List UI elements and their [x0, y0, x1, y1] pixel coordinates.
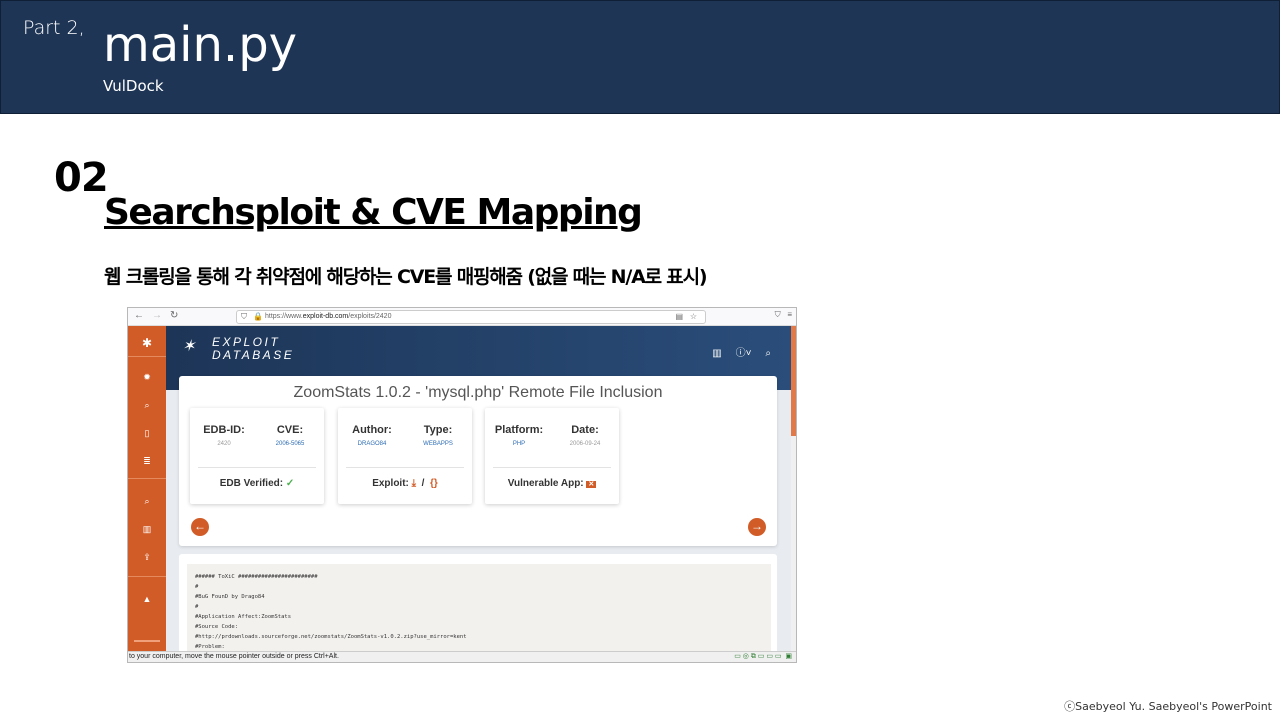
ghdb-icon[interactable]: ⌕ [128, 496, 166, 507]
exploitdb-sidebar: ✱ ✹ ⌕ ▯ ≣ ⌕ ▥ ⇪ ▲ [128, 326, 166, 654]
sidebar-divider [128, 356, 166, 357]
code-line: #Source Code: [195, 624, 239, 630]
url-path: /exploits/2420 [348, 313, 392, 320]
book-icon[interactable]: ▥ [128, 524, 166, 535]
code-line: # [195, 604, 199, 610]
exploits-icon[interactable]: ✹ [128, 372, 166, 383]
bookmark-star-icon[interactable]: ☆ [690, 311, 697, 323]
exploit-title: ZoomStats 1.0.2 - 'mysql.php' Remote Fil… [293, 384, 663, 401]
vm-status-bar: to your computer, move the mouse pointer… [128, 651, 796, 662]
cve-value[interactable]: 2006-5065 [260, 441, 320, 447]
banner-icons: ▥ ⓘ˅ ⌕ [712, 344, 771, 359]
database-icon[interactable]: ≣ [128, 456, 166, 467]
vulnerable-app-icon[interactable]: ✕ [586, 481, 597, 488]
check-icon: ✓ [285, 478, 295, 489]
code-line: # [195, 584, 199, 590]
exploit-card: ZoomStats 1.0.2 - 'mysql.php' Remote Fil… [179, 376, 777, 546]
code-line: #BuG FounD by Drago84 [195, 594, 265, 600]
edb-verified: EDB Verified: ✓ [190, 478, 324, 489]
lock-icon: 🔒 [253, 312, 263, 321]
info-box-edb: EDB-ID: 2420 CVE: 2006-5065 EDB Verified… [190, 408, 324, 504]
forward-icon[interactable]: → [152, 310, 162, 321]
code-line: ###### ToXiC ######################## [195, 574, 318, 580]
code-icon[interactable]: {} [430, 478, 438, 489]
edb-verified-label: EDB Verified: [219, 478, 284, 489]
search-db-icon[interactable]: ⌕ [765, 348, 771, 359]
training-icon[interactable]: ▲ [128, 594, 166, 604]
submit-icon[interactable]: ⇪ [128, 552, 166, 563]
url-domain: exploit-db.com [302, 313, 349, 320]
scroll-thumb[interactable] [791, 326, 796, 436]
status-text: to your computer, move the mouse pointer… [129, 653, 339, 660]
cve-label: CVE: [276, 424, 304, 436]
code-line: #http://prdownloads.sourceforge.net/zoom… [195, 634, 467, 640]
exploit-label: Exploit: [372, 478, 409, 489]
back-icon[interactable]: ← [134, 310, 144, 321]
divider [346, 467, 464, 468]
edb-id-label: EDB-ID: [203, 424, 245, 436]
slide-header: Part 2, main.py VulDock [0, 0, 1280, 114]
sidebar-divider [128, 576, 166, 577]
section-title: Searchsploit & CVE Mapping [104, 192, 643, 233]
exploit-download: Exploit: ⤓ / {} [372, 478, 438, 489]
download-icon[interactable]: ⤓ [412, 478, 416, 489]
sidebar-scroll-indicator [134, 640, 160, 642]
platform-value[interactable]: PHP [489, 441, 549, 447]
stats-icon[interactable]: ▥ [712, 348, 721, 359]
section-number: 02 [54, 155, 109, 201]
date-value: 2006-09-24 [569, 441, 601, 447]
url-prefix: https://www. [265, 313, 303, 320]
part-label: Part 2, [23, 17, 85, 39]
code-line: #Application Affect:ZoomStats [195, 614, 292, 620]
papers-icon[interactable]: ▯ [128, 428, 166, 439]
slide-subtitle: VulDock [103, 77, 164, 95]
browser-menu-icons[interactable]: ⛉ ≡ [775, 310, 792, 320]
vulnerable-app: Vulnerable App: ✕ [485, 478, 619, 489]
spider-logo-icon[interactable]: ✱ [128, 336, 166, 350]
author-value[interactable]: DRAGO84 [342, 441, 402, 447]
spider-icon: ✶ [182, 338, 198, 355]
info-box-author: Author: DRAGO84 Type: WEBAPPS Exploit: ⤓… [338, 408, 472, 504]
exploit-code: ###### ToXiC ######################## # … [187, 564, 771, 654]
page-content: ✶ EXPLOIT DATABASE ▥ ⓘ˅ ⌕ ZoomStats 1.0.… [166, 326, 791, 654]
url-bar[interactable]: ⛉ 🔒 https://www.exploit-db.com/exploits/… [236, 310, 706, 324]
divider [198, 467, 316, 468]
search-icon[interactable]: ⌕ [128, 400, 166, 411]
vulnerable-app-label: Vulnerable App: [507, 478, 584, 489]
prev-arrow-icon[interactable]: ← [191, 518, 209, 536]
reload-icon[interactable]: ↻ [170, 310, 178, 321]
logo-line-2: DATABASE [212, 348, 295, 362]
next-arrow-icon[interactable]: → [748, 518, 766, 536]
edb-id-value: 2420 [217, 441, 231, 447]
code-card: ###### ToXiC ######################## # … [179, 554, 777, 654]
browser-toolbar: ← → ↻ ⛉ 🔒 https://www.exploit-db.com/exp… [128, 308, 796, 326]
info-icon[interactable]: ⓘ˅ [736, 348, 752, 359]
section-description: 웹 크롤링을 통해 각 취약점에 해당하는 CVE를 매핑해줌 (없을 때는 N… [104, 266, 708, 288]
date-label: Date: [571, 424, 599, 436]
shield-icon: ⛉ [241, 312, 247, 321]
platform-label: Platform: [494, 424, 544, 436]
divider [493, 467, 611, 468]
author-label: Author: [352, 424, 392, 436]
page-scrollbar[interactable] [791, 326, 796, 654]
vm-status-icons[interactable]: ▭ ◎ ⧉ ▭ ▭ ▭ ▣ [734, 652, 792, 662]
browser-screenshot: ← → ↻ ⛉ 🔒 https://www.exploit-db.com/exp… [127, 307, 797, 663]
slide-title: main.py [103, 17, 298, 73]
type-label: Type: [423, 424, 453, 436]
sidebar-divider [128, 478, 166, 479]
type-value[interactable]: WEBAPPS [408, 441, 468, 447]
info-box-platform: Platform: PHP Date: 2006-09-24 Vulnerabl… [485, 408, 619, 504]
copyright-footer: ⓒSaebyeol Yu. Saebyeol's PowerPoint [1064, 700, 1272, 713]
reader-icon[interactable]: ▤ [675, 311, 683, 323]
